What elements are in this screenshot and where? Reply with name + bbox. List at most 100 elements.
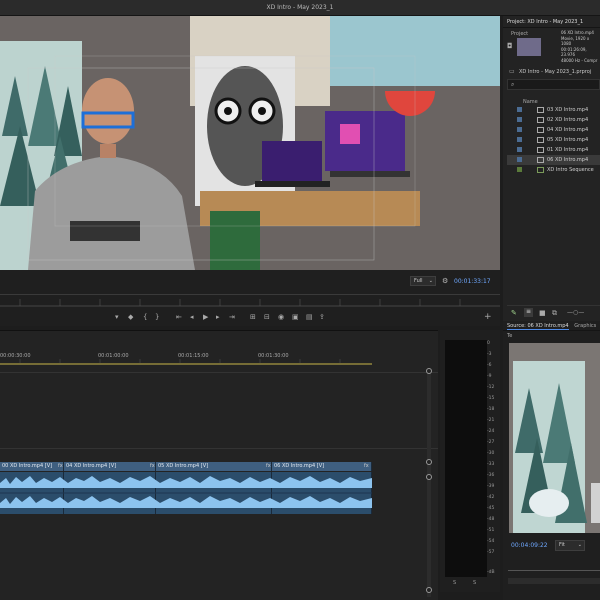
transport-controls: ▾ ◆ { } ⇤ ◂ ▶ ▸ ⇥ ⊞ ⊟ ◉ ▣ ▤ ⇪ + xyxy=(0,310,500,326)
list-item[interactable]: 03 XD Intro.mp4 xyxy=(507,105,600,115)
go-to-in-icon[interactable]: ⇤ xyxy=(176,313,182,322)
program-time-ruler[interactable] xyxy=(0,294,500,307)
audio-meter-bar xyxy=(445,340,487,577)
video-clip[interactable]: 00 XD Intro.mp4 [V] xyxy=(0,462,64,471)
zoom-select[interactable]: Full ⌄ xyxy=(410,276,436,286)
vr-toggle-icon[interactable]: ▤ xyxy=(306,313,313,322)
list-item[interactable]: 02 XD Intro.mp4 xyxy=(507,115,600,125)
source-scrollbar[interactable] xyxy=(508,578,600,584)
step-back-icon[interactable]: ◂ xyxy=(190,313,194,322)
video-clip[interactable]: 04 XD Intro.mp4 [V] xyxy=(64,462,156,471)
program-ruler-ticks xyxy=(0,299,500,307)
clip-icon xyxy=(537,147,544,153)
clip-icon xyxy=(537,117,544,123)
extract-icon[interactable]: ⊟ xyxy=(264,313,270,322)
clip-icon xyxy=(537,137,544,143)
list-item[interactable]: XD Intro Sequence xyxy=(507,165,600,175)
fx-badge[interactable]: fx xyxy=(266,463,271,469)
list-item[interactable]: 01 XD Intro.mp4 xyxy=(507,145,600,155)
scrollbar-handle-top[interactable] xyxy=(426,368,432,374)
icon-view-icon[interactable]: ■ xyxy=(539,309,546,317)
folder-icon: ▭ xyxy=(509,68,515,75)
solo-button[interactable]: S xyxy=(473,580,476,586)
audio-waveform xyxy=(0,476,372,508)
program-controls-bar: Full ⌄ ⚙ 00:01:33:17 xyxy=(0,272,500,290)
search-icon: ⌕ xyxy=(511,81,515,88)
source-zoom-value: Fit xyxy=(559,542,565,548)
label-color-swatch xyxy=(517,147,522,152)
zoom-slider[interactable]: —○— xyxy=(567,309,584,316)
sequence-icon xyxy=(537,167,544,173)
search-input[interactable]: ⌕ xyxy=(507,79,600,90)
fx-badge[interactable]: fx xyxy=(150,463,155,469)
scrollbar-handle-mid[interactable] xyxy=(426,459,432,465)
program-video-frame[interactable] xyxy=(0,16,500,270)
video-clip[interactable]: 06 XD Intro.mp4 [V] xyxy=(272,462,372,471)
chevron-down-icon: ⌄ xyxy=(577,542,582,548)
add-button-icon[interactable]: + xyxy=(484,313,492,322)
fx-badge[interactable]: fx xyxy=(58,463,63,469)
divider xyxy=(0,448,438,449)
add-marker-icon[interactable]: ▾ xyxy=(115,313,119,322)
project-file-name: XD Intro - May 2023_1.prproj xyxy=(519,69,592,75)
chevron-down-icon: ⌄ xyxy=(428,278,433,284)
clip-icon xyxy=(537,157,544,163)
export-frame-icon[interactable]: ⇪ xyxy=(319,313,325,322)
clip-meta-format: Movie, 1920 x 1080 xyxy=(561,35,590,47)
comparison-view-icon[interactable]: ▣ xyxy=(292,313,299,322)
wrench-icon[interactable]: ⚙ xyxy=(442,277,448,285)
clip-meta-duration: 00:01:26:09, 23.976 xyxy=(561,46,587,58)
clip-thumbnail xyxy=(517,38,541,56)
project-toolbar: ✎ ≡ ■ ⧉ —○— xyxy=(507,305,600,319)
play-icon[interactable]: ▶ xyxy=(203,313,208,322)
list-view-icon[interactable]: ≡ xyxy=(524,308,533,317)
label-color-swatch xyxy=(517,107,522,112)
clip-meta-audio: 48000 Hz - Compr xyxy=(561,57,598,63)
scrollbar-handle-bottom[interactable] xyxy=(426,587,432,593)
program-timecode[interactable]: 00:01:33:17 xyxy=(454,278,491,285)
source-zoom-select[interactable]: Fit ⌄ xyxy=(555,540,585,551)
window-title: XD Intro - May 2023_1 xyxy=(0,0,600,16)
source-video-image xyxy=(509,343,600,533)
pencil-icon[interactable]: ✎ xyxy=(511,309,517,317)
step-forward-icon[interactable]: ▸ xyxy=(216,313,220,322)
project-panel: Project: XD Intro - May 2023_1 Project ◘… xyxy=(503,16,600,321)
divider xyxy=(0,372,438,373)
timeline-ruler[interactable] xyxy=(0,359,438,369)
scrollbar-handle-audio[interactable] xyxy=(426,474,432,480)
label-color-swatch xyxy=(517,127,522,132)
source-time-ruler[interactable] xyxy=(508,566,600,574)
mark-in-icon[interactable]: { xyxy=(143,313,147,322)
clip-icon xyxy=(537,107,544,113)
program-video-image xyxy=(0,16,500,270)
project-tab-bar: Project: XD Intro - May 2023_1 Project xyxy=(503,16,600,37)
tab-project-2[interactable]: Project xyxy=(511,31,528,37)
fx-badge[interactable]: fx xyxy=(364,463,369,469)
timeline-panel: 00:00:30:00 00:01:00:00 00:01:15:00 00:0… xyxy=(0,330,438,600)
label-color-swatch xyxy=(517,157,522,162)
source-timecode[interactable]: 00:04:09:22 xyxy=(511,542,548,549)
list-item-selected[interactable]: 06 XD Intro.mp4 xyxy=(507,155,600,165)
go-to-out-icon[interactable]: ⇥ xyxy=(229,313,235,322)
camera-icon[interactable]: ◉ xyxy=(278,313,284,322)
marker-icon[interactable]: ◆ xyxy=(128,313,133,322)
source-video-frame[interactable] xyxy=(509,343,600,533)
camera-icon: ◘ xyxy=(507,42,513,50)
list-item[interactable]: 04 XD Intro.mp4 xyxy=(507,125,600,135)
solo-button[interactable]: S xyxy=(453,580,456,586)
clip-metadata: 06 XD Intro.mp4 Movie, 1920 x 1080 00:01… xyxy=(561,30,600,63)
video-clip[interactable]: 05 XD Intro.mp4 [V] xyxy=(156,462,272,471)
label-color-swatch xyxy=(517,117,522,122)
freeform-view-icon[interactable]: ⧉ xyxy=(552,309,557,318)
list-item[interactable]: 05 XD Intro.mp4 xyxy=(507,135,600,145)
timeline-scrollbar[interactable] xyxy=(427,369,431,597)
clip-icon xyxy=(537,127,544,133)
label-color-swatch xyxy=(517,137,522,142)
tab-source[interactable]: Source: 06 XD Intro.mp4 xyxy=(507,323,569,330)
zoom-select-value: Full xyxy=(414,278,423,284)
mark-out-icon[interactable]: } xyxy=(155,313,159,322)
lift-icon[interactable]: ⊞ xyxy=(250,313,256,322)
tab-project[interactable]: Project: XD Intro - May 2023_1 xyxy=(507,19,583,25)
label-color-swatch xyxy=(517,167,522,172)
source-tab-bar: Source: 06 XD Intro.mp4 Graphics Te xyxy=(503,321,600,339)
